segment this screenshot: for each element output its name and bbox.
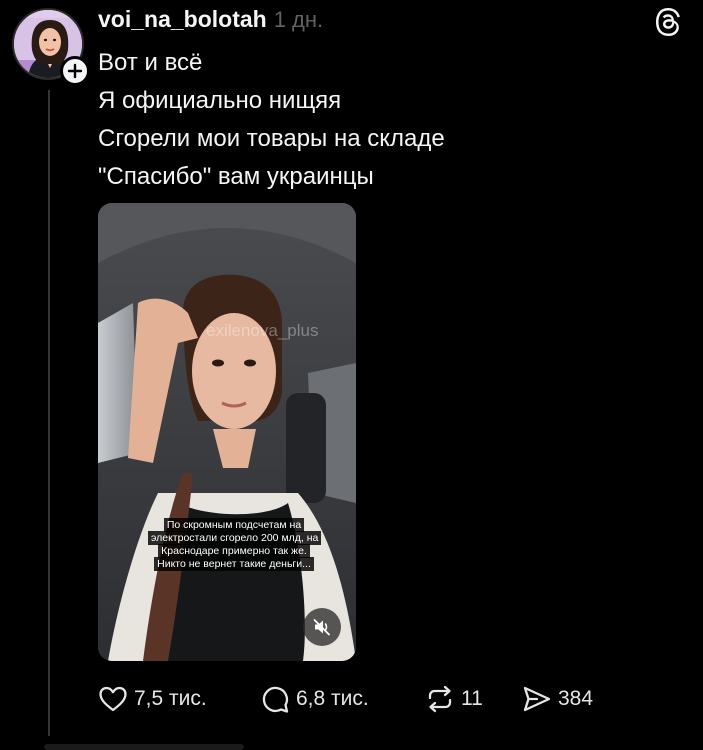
repost-icon	[428, 685, 452, 713]
like-button[interactable]: 7,5 тис.	[98, 680, 207, 718]
heart-icon	[99, 686, 127, 712]
share-count: 384	[558, 687, 594, 710]
video-caption-text: По скромным подсчетам на электростали сг…	[148, 518, 322, 571]
muted-speaker-icon	[313, 619, 330, 636]
comment-icon	[262, 686, 289, 713]
thread-connector-line	[48, 90, 50, 736]
like-count: 7,5 тис.	[134, 687, 207, 710]
post-text-line: Сгорели мои товары на складе	[98, 125, 445, 152]
username-link[interactable]: voi_na_bolotah	[98, 6, 267, 33]
repost-button[interactable]: 11	[425, 680, 483, 718]
share-button[interactable]: 384	[522, 680, 593, 718]
next-post-peek	[44, 744, 244, 750]
post-timestamp: 1 дн.	[273, 7, 324, 32]
follow-button[interactable]	[60, 56, 90, 86]
mute-button[interactable]	[303, 608, 341, 646]
comment-button[interactable]: 6,8 тис.	[260, 680, 369, 718]
share-icon	[523, 686, 551, 712]
post-text-line: "Спасибо" вам украинцы	[98, 163, 374, 190]
plus-icon	[67, 63, 83, 79]
video-watermark: exilenova_plus	[206, 321, 319, 340]
comment-count: 6,8 тис.	[296, 687, 369, 710]
video-frame	[98, 203, 356, 661]
post-text: Вот и всё Я официально нищяя Сгорели мои…	[98, 44, 445, 196]
video-caption: По скромным подсчетам на электростали сг…	[148, 518, 322, 571]
post-text-line: Вот и всё	[98, 49, 203, 76]
post-text-line: Я официально нищяя	[98, 87, 342, 114]
threads-logo-icon[interactable]	[652, 6, 684, 38]
avatar-container	[12, 8, 90, 86]
repost-count: 11	[461, 687, 483, 710]
video-player[interactable]: exilenova_plus По скромным подсчетам на …	[98, 203, 356, 661]
post-header: voi_na_bolotah 1 дн.	[98, 6, 323, 36]
